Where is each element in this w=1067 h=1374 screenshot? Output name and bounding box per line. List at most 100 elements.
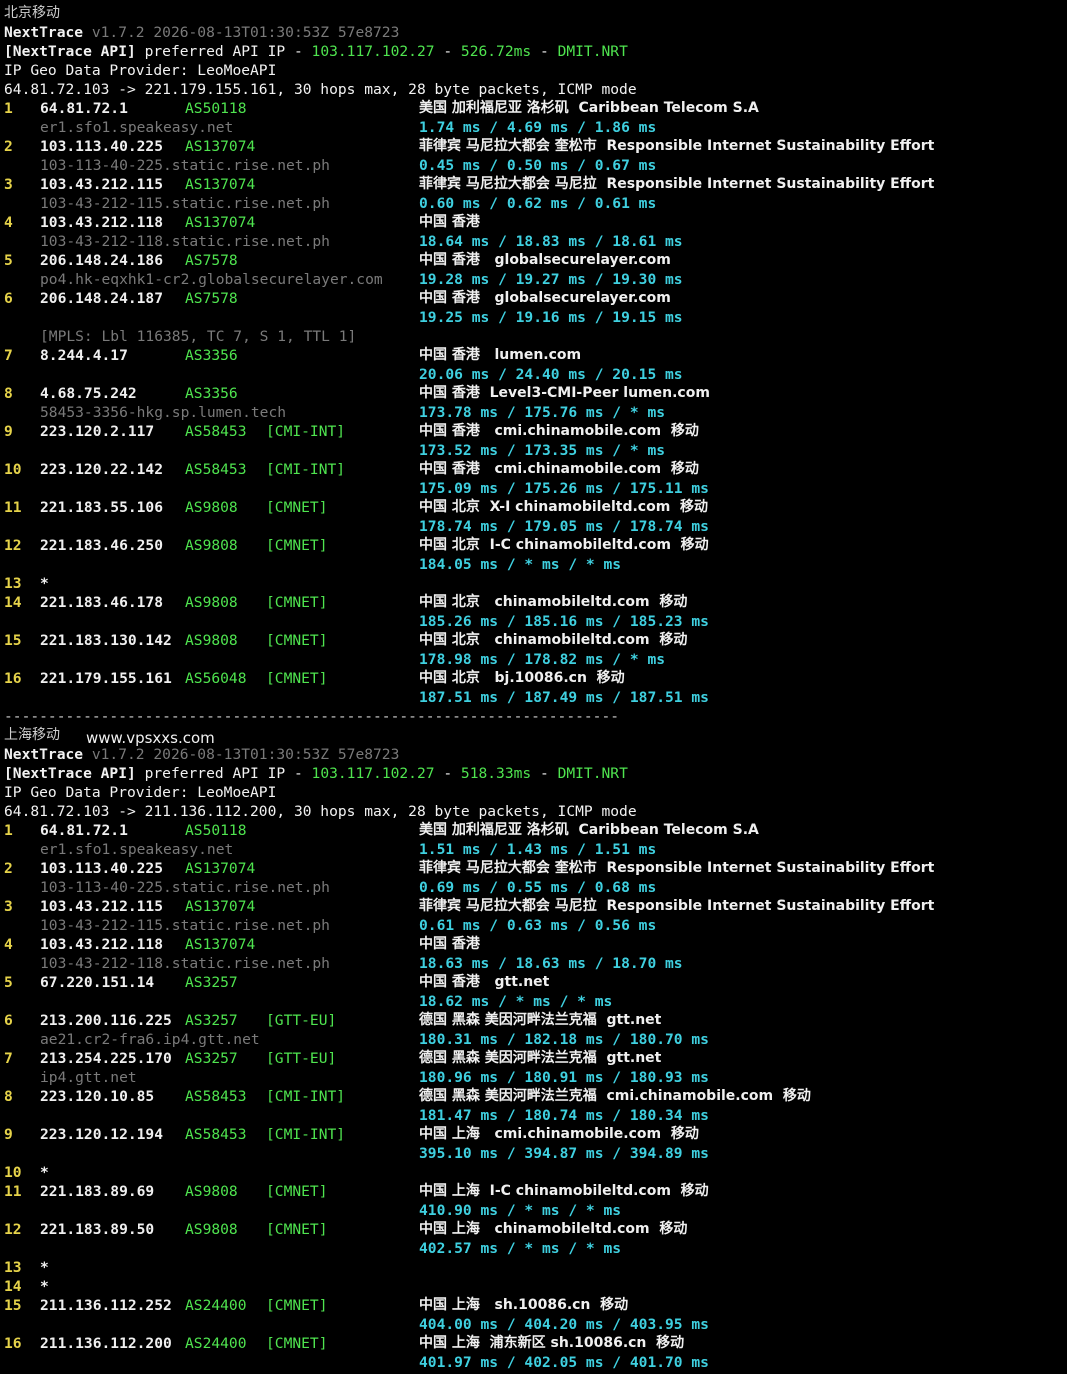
hop-number: 12: [4, 1221, 22, 1238]
hop-number: 5: [4, 974, 13, 991]
hop-detail-row: 401.97 ms / 402.05 ms / 401.70 ms: [0, 1353, 1067, 1372]
hop-tag: [CMI-INT]: [266, 1088, 346, 1105]
hop-number: 8: [4, 385, 13, 402]
hop-rtt: 173.78 ms / 175.76 ms / * ms: [419, 404, 666, 421]
hop-ip: 223.120.10.85: [40, 1088, 155, 1105]
hop-tag: [CMNET]: [266, 632, 328, 649]
hop-geo: 德国 黑森 美因河畔法兰克福 gtt.net: [419, 1012, 662, 1028]
hop-asn: AS58453: [185, 1088, 247, 1105]
hop-row: 16 211.136.112.200 AS24400 [CMNET] 中国 上海 浦东新…: [0, 1334, 1067, 1353]
hop-ip: 213.254.225.170: [40, 1050, 172, 1067]
hop-number: 13: [4, 575, 22, 592]
hop-asn: AS3356: [185, 385, 238, 402]
version-text: v1.7.2 2026-08-13T01:30:53Z 57e8723: [83, 24, 400, 41]
hop-geo: 中国 北京 bj.10086.cn 移动: [419, 670, 625, 686]
hop-number: 16: [4, 1335, 22, 1352]
hop-ip: 103.43.212.118: [40, 936, 164, 953]
hop-ip: *: [40, 575, 49, 592]
hop-ip: 211.136.112.200: [40, 1335, 172, 1352]
hop-number: 15: [4, 632, 22, 649]
hop-row: 14 *: [0, 1277, 1067, 1296]
hop-asn: AS24400: [185, 1297, 247, 1314]
hop-row: 3 103.43.212.115 AS137074 菲律宾 马尼拉大都会 马尼拉 Re…: [0, 897, 1067, 916]
hop-rtt: 20.06 ms / 24.40 ms / 20.15 ms: [419, 366, 683, 383]
hop-asn: AS9808: [185, 594, 238, 611]
app-name: NextTrace: [4, 24, 84, 41]
hop-rtt: 181.47 ms / 180.74 ms / 180.34 ms: [419, 1107, 709, 1124]
hop-asn: AS3356: [185, 347, 238, 364]
hop-asn: AS137074: [185, 138, 256, 155]
hop-ip: 206.148.24.186: [40, 252, 164, 269]
hop-rtt: 18.64 ms / 18.83 ms / 18.61 ms: [419, 233, 683, 250]
hop-row: 9 223.120.2.117 AS58453 [CMI-INT] 中国 香港 cmi.…: [0, 422, 1067, 441]
hop-number: 15: [4, 1297, 22, 1314]
trace-title: 上海移动: [4, 727, 60, 743]
hop-asn: AS7578: [185, 252, 238, 269]
api-mid: preferred API IP -: [135, 765, 312, 782]
hop-detail-row: 175.09 ms / 175.26 ms / 175.11 ms: [0, 479, 1067, 498]
hop-detail-row: 181.47 ms / 180.74 ms / 180.34 ms: [0, 1106, 1067, 1125]
hop-detail-row: ae21.cr2-fra6.ip4.gtt.net 180.31 ms / 182…: [0, 1030, 1067, 1049]
hop-ip: 103.113.40.225: [40, 138, 164, 155]
hop-detail-row: 103-43-212-115.static.rise.net.ph 0.60 ms…: [0, 194, 1067, 213]
hop-asn: AS9808: [185, 632, 238, 649]
hop-number: 2: [4, 138, 13, 155]
hop-number: 8: [4, 1088, 13, 1105]
hop-row: 11 221.183.55.106 AS9808 [CMNET] 中国 北京 X-I c…: [0, 498, 1067, 517]
hop-rtt: 180.96 ms / 180.91 ms / 180.93 ms: [419, 1069, 709, 1086]
hop-rtt: 1.74 ms / 4.69 ms / 1.86 ms: [419, 119, 657, 136]
hop-rtt: 401.97 ms / 402.05 ms / 401.70 ms: [419, 1354, 709, 1371]
hop-detail-row: 103-113-40-225.static.rise.net.ph 0.69 ms…: [0, 878, 1067, 897]
hop-geo: 中国 北京 chinamobileltd.com 移动: [419, 594, 688, 610]
hop-detail-row: 402.57 ms / * ms / * ms: [0, 1239, 1067, 1258]
hop-detail-row: er1.sfo1.speakeasy.net 1.51 ms / 1.43 ms …: [0, 840, 1067, 859]
hop-geo: 中国 香港: [419, 936, 480, 952]
hop-rtt: 410.90 ms / * ms / * ms: [419, 1202, 622, 1219]
hop-asn: AS137074: [185, 176, 256, 193]
hop-tag: [CMNET]: [266, 594, 328, 611]
hop-ip: 221.183.46.178: [40, 594, 164, 611]
hop-row: 12 221.183.46.250 AS9808 [CMNET] 中国 北京 I-C c…: [0, 536, 1067, 555]
hop-number: 3: [4, 176, 13, 193]
api-prefix: [NextTrace API]: [4, 43, 136, 60]
hop-row: 7 8.244.4.17 AS3356 中国 香港 lumen.com: [0, 346, 1067, 365]
hop-tag: [CMNET]: [266, 670, 328, 687]
hop-asn: AS50118: [185, 822, 247, 839]
hop-row: 5 206.148.24.186 AS7578 中国 香港 globalsecurel…: [0, 251, 1067, 270]
hop-detail-row: 103-113-40-225.static.rise.net.ph 0.45 ms…: [0, 156, 1067, 175]
hop-ip: 8.244.4.17: [40, 347, 128, 364]
hop-number: 1: [4, 822, 13, 839]
hop-ip: 64.81.72.1: [40, 822, 128, 839]
hop-geo: 中国 上海 cmi.chinamobile.com 移动: [419, 1126, 699, 1142]
hop-tag: [CMI-INT]: [266, 1126, 346, 1143]
hop-geo: 菲律宾 马尼拉大都会 奎松市 Responsible Internet Sust…: [419, 860, 935, 876]
hop-rtt: 187.51 ms / 187.49 ms / 187.51 ms: [419, 689, 709, 706]
hop-rtt: 0.45 ms / 0.50 ms / 0.67 ms: [419, 157, 657, 174]
geo-provider: IP Geo Data Provider: LeoMoeAPI: [4, 784, 277, 801]
hop-number: 11: [4, 499, 22, 516]
hop-asn: AS137074: [185, 936, 256, 953]
hop-row: 2 103.113.40.225 AS137074 菲律宾 马尼拉大都会 奎松市 Re…: [0, 137, 1067, 156]
api-mid: preferred API IP -: [135, 43, 312, 60]
hop-ip: 103.43.212.115: [40, 176, 164, 193]
separator-line: ----------------------------------------…: [4, 708, 620, 725]
hop-number: 11: [4, 1183, 22, 1200]
hop-detail-row: 185.26 ms / 185.16 ms / 185.23 ms: [0, 612, 1067, 631]
hop-number: 14: [4, 594, 22, 611]
hop-detail-row: 178.98 ms / 178.82 ms / * ms: [0, 650, 1067, 669]
hop-geo: 美国 加利福尼亚 洛杉矶 Caribbean Telecom S.A: [419, 100, 759, 116]
hop-geo: 中国 上海 浦东新区 sh.10086.cn 移动: [419, 1335, 685, 1351]
hop-rtt: 173.52 ms / 173.35 ms / * ms: [419, 442, 666, 459]
hop-rtt: 18.63 ms / 18.63 ms / 18.70 ms: [419, 955, 683, 972]
hop-rtt: 0.61 ms / 0.63 ms / 0.56 ms: [419, 917, 657, 934]
hop-asn: AS9808: [185, 1221, 238, 1238]
hop-ip: 103.113.40.225: [40, 860, 164, 877]
hop-geo: 德国 黑森 美因河畔法兰克福 cmi.chinamobile.com 移动: [419, 1088, 811, 1104]
hop-ip: *: [40, 1164, 49, 1181]
hop-row: 1 64.81.72.1 AS50118 美国 加利福尼亚 洛杉矶 Caribbean…: [0, 821, 1067, 840]
hop-row: 10 *: [0, 1163, 1067, 1182]
hop-geo: 菲律宾 马尼拉大都会 奎松市 Responsible Internet Sust…: [419, 138, 935, 154]
hop-asn: AS9808: [185, 1183, 238, 1200]
hop-rtt: 184.05 ms / * ms / * ms: [419, 556, 622, 573]
hop-ip: 221.183.130.142: [40, 632, 172, 649]
